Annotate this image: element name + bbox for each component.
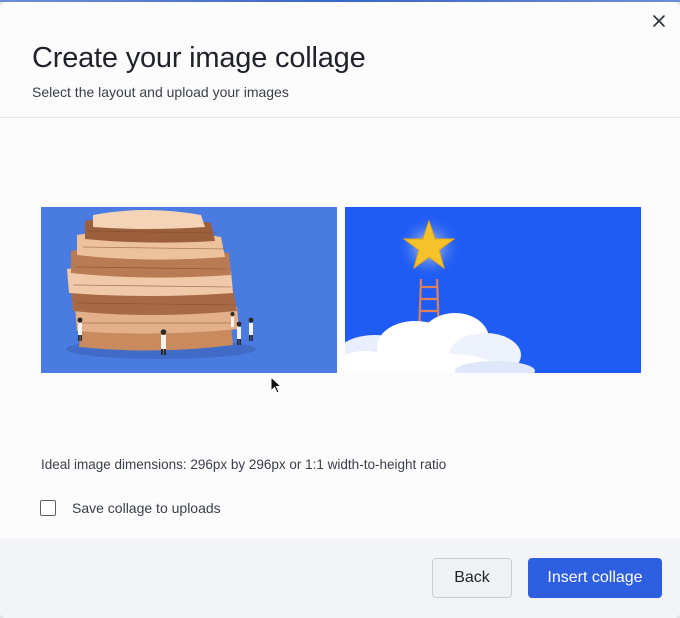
dialog-title: Create your image collage [32,42,366,74]
collage-dialog: Create your image collage Select the lay… [0,2,680,618]
dialog-header: Create your image collage Select the lay… [0,2,680,118]
collage-layout [41,207,641,373]
close-icon [653,15,665,27]
mouse-cursor-icon [270,376,282,394]
back-button[interactable]: Back [432,558,512,598]
dialog-subtitle: Select the layout and upload your images [32,84,289,100]
close-button[interactable] [648,10,670,32]
newspaper-stack-image [41,207,337,373]
save-to-uploads-checkbox[interactable] [40,500,56,516]
save-to-uploads-label[interactable]: Save collage to uploads [72,500,221,516]
collage-image-slot-1[interactable] [41,207,337,373]
insert-collage-button[interactable]: Insert collage [528,558,662,598]
collage-image-slot-2[interactable] [345,207,641,373]
save-to-uploads-row: Save collage to uploads [40,500,221,516]
dialog-footer: Back Insert collage [0,538,680,618]
star-ladder-cloud-image [345,207,641,373]
image-dimensions-hint: Ideal image dimensions: 296px by 296px o… [41,457,447,472]
